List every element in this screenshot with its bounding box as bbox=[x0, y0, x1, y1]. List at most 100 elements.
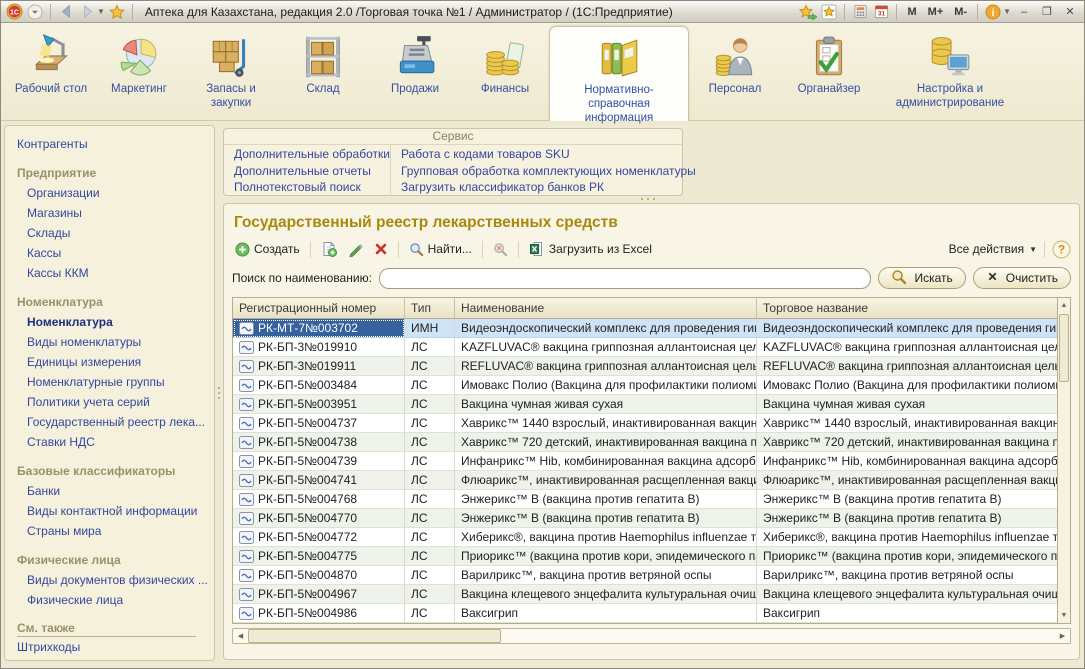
divider bbox=[896, 4, 897, 20]
sidebar-item[interactable]: Виды номенклатуры bbox=[17, 332, 210, 352]
horizontal-scroll-thumb[interactable] bbox=[248, 629, 501, 643]
horizontal-scrollbar[interactable]: ◀ ▶ bbox=[232, 628, 1071, 644]
ribbon-tab-db-computer[interactable]: Настройка и администрирование bbox=[877, 26, 1023, 121]
horizontal-splitter[interactable] bbox=[641, 198, 655, 200]
title-bar: 1С ▼ Аптека для Казахстана, редакция 2.0… bbox=[1, 1, 1084, 23]
search-input[interactable] bbox=[379, 268, 872, 289]
ribbon-tab-boxes-trolley[interactable]: Запасы и закупки bbox=[185, 26, 277, 121]
table-row[interactable]: РК-БП-5№004737 ЛС Хаврикс™ 1440 взрослый… bbox=[233, 414, 1057, 433]
ribbon-tab-pie-chart[interactable]: Маркетинг bbox=[93, 26, 185, 121]
cancel-search-button[interactable] bbox=[490, 240, 511, 259]
ribbon-tab-person-coins[interactable]: Персонал bbox=[689, 26, 781, 121]
scroll-left-icon[interactable]: ◀ bbox=[233, 629, 248, 643]
load-excel-button[interactable]: Загрузить из Excel bbox=[526, 239, 655, 259]
calendar-icon[interactable]: 31 bbox=[872, 3, 890, 21]
service-link[interactable]: Дополнительные отчеты bbox=[234, 163, 390, 180]
scroll-down-icon[interactable]: ▼ bbox=[1058, 608, 1070, 623]
sidebar-item[interactable]: Единицы измерения bbox=[17, 352, 210, 372]
table-row[interactable]: РК-БП-5№004768 ЛС Энжерикс™ В (вакцина п… bbox=[233, 490, 1057, 509]
vertical-splitter[interactable] bbox=[216, 125, 222, 661]
scroll-up-icon[interactable]: ▲ bbox=[1058, 298, 1070, 313]
column-header-type[interactable]: Тип bbox=[405, 298, 455, 318]
ribbon-tab-binders[interactable]: Нормативно-справочная информация bbox=[549, 26, 689, 121]
back-button[interactable] bbox=[57, 3, 75, 21]
sidebar-item[interactable]: Организации bbox=[17, 183, 210, 203]
sidebar-item[interactable]: Штрихкоды bbox=[17, 637, 210, 657]
table-row[interactable]: РК-БП-3№019911 ЛС REFLUVAC® вакцина грип… bbox=[233, 357, 1057, 376]
delete-item-button[interactable] bbox=[371, 240, 391, 258]
minimize-button[interactable]: – bbox=[1014, 5, 1034, 19]
clear-button[interactable]: Очистить bbox=[973, 267, 1071, 289]
table-header[interactable]: Регистрационный номер Тип Наименование Т… bbox=[233, 298, 1057, 319]
ribbon-tab-coins[interactable]: Финансы bbox=[461, 26, 549, 121]
add-favorite-icon[interactable] bbox=[799, 3, 817, 21]
search-button[interactable]: Искать bbox=[878, 267, 965, 289]
edit-item-button[interactable] bbox=[345, 240, 366, 259]
vertical-scrollbar[interactable]: ▲ ▼ bbox=[1058, 297, 1071, 624]
column-header-name[interactable]: Наименование bbox=[455, 298, 757, 318]
favorites-list-icon[interactable] bbox=[820, 3, 838, 21]
sidebar-item[interactable]: Банки bbox=[17, 481, 210, 501]
maximize-button[interactable]: ❐ bbox=[1037, 4, 1057, 19]
ribbon-tab-clipboard-check[interactable]: Органайзер bbox=[781, 26, 877, 121]
service-link[interactable]: Загрузить классификатор банков РК bbox=[401, 179, 696, 196]
column-header-reg[interactable]: Регистрационный номер bbox=[233, 298, 405, 318]
column-header-trade[interactable]: Торговое название bbox=[757, 298, 1057, 318]
calculator-icon[interactable] bbox=[851, 3, 869, 21]
sidebar-item[interactable]: Страны мира bbox=[17, 521, 210, 541]
sidebar-item[interactable]: Магазины bbox=[17, 203, 210, 223]
table-row[interactable]: РК-МТ-7№003702 ИМН Видеоэндоскопический … bbox=[233, 319, 1057, 338]
ribbon-tab-warehouse-shelf[interactable]: Склад bbox=[277, 26, 369, 121]
table-row[interactable]: РК-БП-5№003484 ЛС Имовакс Полио (Вакцина… bbox=[233, 376, 1057, 395]
sidebar-item[interactable]: Физические лица bbox=[17, 590, 210, 610]
sidebar-item[interactable]: Виды документов физических ... bbox=[17, 570, 210, 590]
service-link[interactable]: Работа с кодами товаров SKU bbox=[401, 146, 696, 163]
service-link[interactable]: Полнотекстовый поиск bbox=[234, 179, 390, 196]
memory-recall-button[interactable]: M bbox=[903, 5, 920, 19]
info-button[interactable]: i bbox=[984, 3, 1002, 21]
find-button[interactable]: Найти... bbox=[406, 240, 475, 259]
close-button[interactable]: ✕ bbox=[1060, 4, 1080, 19]
service-link[interactable]: Групповая обработка комплектующих номенк… bbox=[401, 163, 696, 180]
svg-text:1С: 1С bbox=[9, 9, 18, 17]
table-row[interactable]: РК-БП-5№004738 ЛС Хаврикс™ 720 детский, … bbox=[233, 433, 1057, 452]
table-row[interactable]: РК-БП-5№004775 ЛС Приорикс™ (вакцина про… bbox=[233, 547, 1057, 566]
sidebar-item[interactable]: Склады bbox=[17, 223, 210, 243]
sidebar-item[interactable]: Кассы ККМ bbox=[17, 263, 210, 283]
memory-plus-button[interactable]: M+ bbox=[924, 5, 948, 19]
service-link[interactable]: Дополнительные обработки bbox=[234, 146, 390, 163]
sidebar-item[interactable]: Номенклатурные группы bbox=[17, 372, 210, 392]
favorites-star-icon[interactable] bbox=[108, 3, 126, 21]
memory-minus-button[interactable]: M- bbox=[950, 5, 971, 19]
table-row[interactable]: РК-БП-5№004870 ЛС Варилрикс™, вакцина пр… bbox=[233, 566, 1057, 585]
all-actions-button[interactable]: Все действия ▼ bbox=[949, 242, 1037, 256]
table-row[interactable]: РК-БП-5№004772 ЛС Хиберикс®, вакцина про… bbox=[233, 528, 1057, 547]
vertical-scroll-thumb[interactable] bbox=[1059, 314, 1069, 382]
sidebar-item[interactable]: Кассы bbox=[17, 243, 210, 263]
table-row[interactable]: РК-БП-5№004770 ЛС Энжерикс™ В (вакцина п… bbox=[233, 509, 1057, 528]
create-button[interactable]: Создать bbox=[232, 240, 303, 259]
scroll-right-icon[interactable]: ▶ bbox=[1055, 629, 1070, 643]
cancel-search-icon bbox=[493, 242, 508, 257]
table-row[interactable]: РК-БП-5№004741 ЛС Флюарикс™, инактивиров… bbox=[233, 471, 1057, 490]
forward-button[interactable] bbox=[78, 3, 96, 21]
table-row[interactable]: РК-БП-5№003951 ЛС Вакцина чумная живая с… bbox=[233, 395, 1057, 414]
table-row[interactable]: РК-БП-3№019910 ЛС KAZFLUVAC® вакцина гри… bbox=[233, 338, 1057, 357]
reg-number-cell: РК-БП-5№004741 bbox=[258, 473, 357, 487]
sidebar-item[interactable]: Номенклатура bbox=[17, 312, 210, 332]
ribbon-tab-cash-register[interactable]: Продажи bbox=[369, 26, 461, 121]
table-row[interactable]: РК-БП-5№004986 ЛС Ваксигрип Ваксигрип bbox=[233, 604, 1057, 623]
help-button[interactable]: ? bbox=[1052, 240, 1071, 259]
sidebar-item[interactable]: Государственный реестр лека... bbox=[17, 412, 210, 432]
sidebar-item[interactable]: Политики учета серий bbox=[17, 392, 210, 412]
history-dropdown-icon[interactable]: ▼ bbox=[97, 7, 105, 16]
sidebar-item[interactable]: Контрагенты bbox=[17, 134, 210, 154]
sidebar-item[interactable]: Ставки НДС bbox=[17, 432, 210, 452]
sidebar-item[interactable]: Виды контактной информации bbox=[17, 501, 210, 521]
ribbon-tab-desk-lamp[interactable]: Рабочий стол bbox=[9, 26, 93, 121]
table-row[interactable]: РК-БП-5№004967 ЛС Вакцина клещевого энце… bbox=[233, 585, 1057, 604]
main-menu-dropdown-button[interactable] bbox=[26, 3, 44, 21]
table-row[interactable]: РК-БП-5№004739 ЛС Инфанрикс™ Hib, комбин… bbox=[233, 452, 1057, 471]
copy-item-button[interactable] bbox=[318, 239, 340, 259]
info-dropdown-icon[interactable]: ▼ bbox=[1003, 7, 1011, 16]
